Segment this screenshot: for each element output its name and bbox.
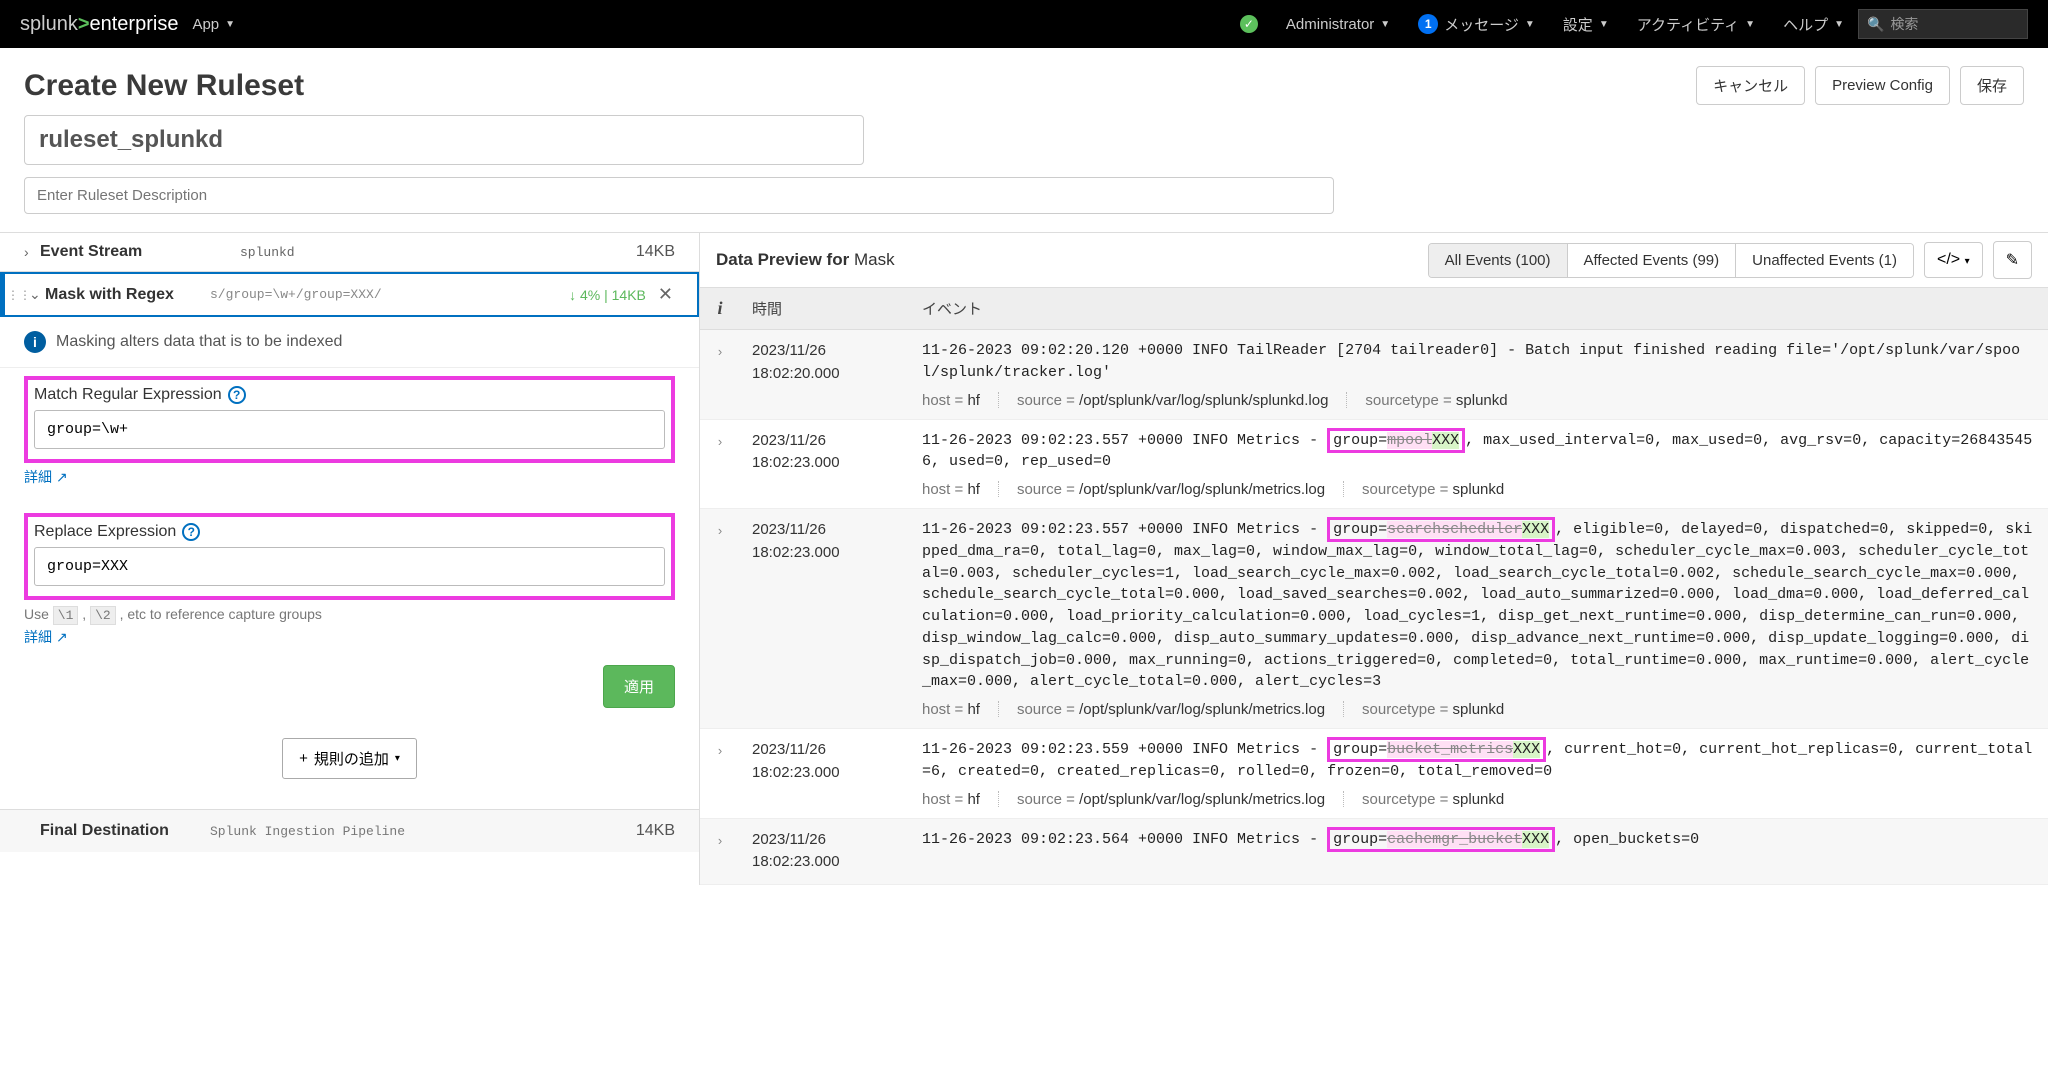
event-row: ›2023/11/2618:02:23.000 11-26-2023 09:02:…	[700, 819, 2048, 885]
event-time: 2023/11/2618:02:20.000	[740, 340, 910, 409]
event-table-header: i 時間 イベント	[700, 288, 2048, 330]
chevron-down-icon: ▼	[1834, 19, 1844, 30]
settings-menu[interactable]: 設定▼	[1549, 14, 1623, 35]
event-body: 11-26-2023 09:02:23.564 +0000 INFO Metri…	[910, 829, 2048, 874]
chevron-down-icon: ▼	[1380, 19, 1390, 30]
messages-menu[interactable]: 1メッセージ▼	[1404, 14, 1549, 35]
event-raw: 11-26-2023 09:02:23.557 +0000 INFO Metri…	[922, 519, 2036, 693]
pencil-icon: ✎	[2006, 252, 2019, 269]
add-rule-button[interactable]: +規則の追加▾	[282, 738, 417, 779]
expand-event-chevron[interactable]: ›	[700, 739, 740, 808]
replace-expression-input[interactable]	[34, 547, 665, 586]
activity-menu[interactable]: アクティビティ▼	[1623, 14, 1769, 35]
tab-unaffected-events[interactable]: Unaffected Events (1)	[1736, 244, 1913, 277]
preview-config-button[interactable]: Preview Config	[1815, 66, 1950, 105]
replace-expression-section: Replace Expression ?	[24, 513, 675, 600]
event-stream-row[interactable]: › Event Stream splunkd 14KB	[0, 233, 699, 272]
event-body: 11-26-2023 09:02:20.120 +0000 INFO TailR…	[910, 340, 2048, 409]
help-menu[interactable]: ヘルプ▼	[1769, 14, 1858, 35]
delta-badge: ↓ 4% | 14KB	[569, 287, 646, 303]
chevron-down-icon: ▾	[395, 753, 400, 764]
help-icon[interactable]: ?	[182, 523, 200, 541]
info-banner: i Masking alters data that is to be inde…	[0, 317, 699, 368]
event-raw: 11-26-2023 09:02:23.564 +0000 INFO Metri…	[922, 829, 2036, 851]
event-meta: host = hfsource = /opt/splunk/var/log/sp…	[922, 481, 2036, 498]
info-icon: i	[24, 331, 46, 353]
expand-event-chevron[interactable]: ›	[700, 340, 740, 409]
status-ok-icon: ✓	[1226, 15, 1272, 33]
event-time: 2023/11/2618:02:23.000	[740, 519, 910, 718]
chevron-down-icon: ▼	[1599, 19, 1609, 30]
chevron-right-icon: ›	[24, 244, 40, 260]
chevron-down-icon: ▾	[1965, 256, 1970, 267]
external-link-icon: ↗	[56, 469, 68, 486]
event-body: 11-26-2023 09:02:23.557 +0000 INFO Metri…	[910, 430, 2048, 499]
messages-badge: 1	[1418, 14, 1438, 34]
event-meta: host = hfsource = /opt/splunk/var/log/sp…	[922, 791, 2036, 808]
chevron-down-icon: ⌄	[29, 286, 45, 303]
chevron-down-icon: ▼	[1525, 19, 1535, 30]
page-title: Create New Ruleset	[24, 69, 304, 103]
logo: splunk>enterprise	[20, 13, 178, 36]
help-icon[interactable]: ?	[228, 386, 246, 404]
match-regex-section: Match Regular Expression ?	[24, 376, 675, 463]
expand-event-chevron[interactable]: ›	[700, 519, 740, 718]
expand-event-chevron[interactable]: ›	[700, 430, 740, 499]
match-regex-input[interactable]	[34, 410, 665, 449]
chevron-down-icon: ▼	[225, 19, 235, 30]
chevron-down-icon: ▼	[1745, 19, 1755, 30]
event-raw: 11-26-2023 09:02:20.120 +0000 INFO TailR…	[922, 340, 2036, 384]
event-table-body: ›2023/11/2618:02:20.00011-26-2023 09:02:…	[700, 330, 2048, 885]
time-column-header[interactable]: 時間	[740, 288, 910, 329]
replace-expression-label: Replace Expression ?	[34, 523, 665, 541]
details-link[interactable]: 詳細 ↗	[24, 467, 68, 487]
topbar: splunk>enterprise App▼ ✓ Administrator▼ …	[0, 0, 2048, 48]
replace-hint: Use \1 , \2 , etc to reference capture g…	[24, 606, 675, 623]
info-column-header[interactable]: i	[700, 288, 740, 329]
plus-icon: +	[299, 750, 308, 767]
event-row: ›2023/11/2618:02:23.00011-26-2023 09:02:…	[700, 509, 2048, 729]
code-icon: </>	[1937, 251, 1960, 268]
event-meta: host = hfsource = /opt/splunk/var/log/sp…	[922, 701, 2036, 718]
page-header: Create New Ruleset キャンセル Preview Config …	[0, 48, 2048, 115]
event-row: ›2023/11/2618:02:23.000 11-26-2023 09:02:…	[700, 420, 2048, 510]
match-regex-label: Match Regular Expression ?	[34, 386, 665, 404]
final-destination-row[interactable]: Final Destination Splunk Ingestion Pipel…	[0, 809, 699, 852]
data-preview-title: Data Preview for Mask	[716, 250, 895, 270]
cancel-button[interactable]: キャンセル	[1696, 66, 1805, 105]
apply-button[interactable]: 適用	[603, 665, 675, 708]
admin-menu[interactable]: Administrator▼	[1272, 16, 1404, 33]
ruleset-description-input[interactable]	[24, 177, 1334, 214]
event-row: ›2023/11/2618:02:20.000 11-26-2023 09:02:…	[700, 330, 2048, 420]
event-row: ›2023/11/2618:02:23.000 11-26-2023 09:02:…	[700, 729, 2048, 819]
code-view-button[interactable]: </> ▾	[1924, 242, 1983, 278]
event-body: 11-26-2023 09:02:23.559 +0000 INFO Metri…	[910, 739, 2048, 808]
search-icon: 🔍	[1867, 16, 1884, 33]
expand-event-chevron[interactable]: ›	[700, 829, 740, 874]
event-raw: 11-26-2023 09:02:23.559 +0000 INFO Metri…	[922, 739, 2036, 783]
ruleset-name-input[interactable]	[24, 115, 864, 165]
close-icon[interactable]: ✕	[658, 284, 673, 305]
tab-all-events[interactable]: All Events (100)	[1429, 244, 1568, 277]
event-time: 2023/11/2618:02:23.000	[740, 739, 910, 808]
event-filter-tabs: All Events (100) Affected Events (99) Un…	[1428, 243, 1914, 278]
event-time: 2023/11/2618:02:23.000	[740, 430, 910, 499]
event-body: 11-26-2023 09:02:23.557 +0000 INFO Metri…	[910, 519, 2048, 718]
right-panel: Data Preview for Mask All Events (100) A…	[700, 233, 2048, 885]
tab-affected-events[interactable]: Affected Events (99)	[1568, 244, 1737, 277]
drag-handle-icon[interactable]: ⋮⋮	[7, 288, 31, 302]
external-link-icon: ↗	[56, 629, 68, 646]
app-menu[interactable]: App▼	[178, 16, 249, 33]
save-button[interactable]: 保存	[1960, 66, 2024, 105]
event-meta: host = hfsource = /opt/splunk/var/log/sp…	[922, 392, 2036, 409]
event-time: 2023/11/2618:02:23.000	[740, 829, 910, 874]
event-raw: 11-26-2023 09:02:23.557 +0000 INFO Metri…	[922, 430, 2036, 474]
search-input[interactable]: 🔍検索	[1858, 9, 2028, 39]
rule-mask-row[interactable]: ⋮⋮ ⌄ Mask with Regex s/group=\w+/group=X…	[0, 272, 699, 317]
edit-button[interactable]: ✎	[1993, 241, 2032, 279]
event-column-header[interactable]: イベント	[910, 288, 2048, 329]
left-panel: › Event Stream splunkd 14KB ⋮⋮ ⌄ Mask wi…	[0, 233, 700, 885]
details-link[interactable]: 詳細 ↗	[24, 627, 68, 647]
